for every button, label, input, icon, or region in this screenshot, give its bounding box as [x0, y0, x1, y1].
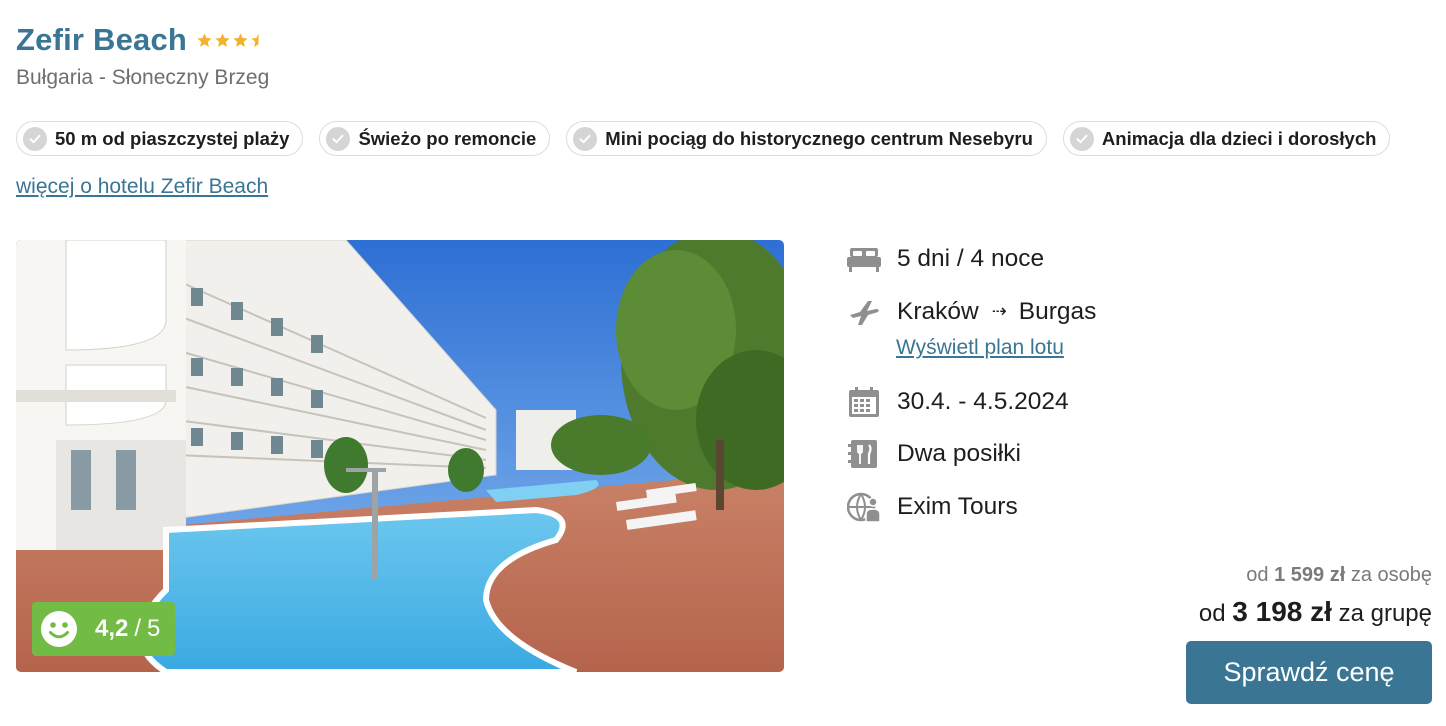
star-icon	[197, 32, 212, 47]
feature-label: Świeżo po remoncie	[358, 127, 537, 149]
hotel-location: Bułgaria - Słoneczny Brzeg	[16, 66, 270, 89]
check-price-button[interactable]: Sprawdź cenę	[1186, 641, 1432, 704]
smiley-face-icon	[41, 611, 77, 647]
half-star-icon	[251, 32, 259, 47]
group-price-suffix: za grupę	[1338, 600, 1432, 627]
price-prefix: od	[1246, 564, 1269, 586]
star-icon	[233, 32, 248, 47]
tour-operator: Exim Tours	[897, 493, 1018, 520]
travel-dates: 30.4. - 4.5.2024	[897, 388, 1069, 415]
bed-icon	[846, 242, 882, 276]
flight-plan-link[interactable]: Wyświetl plan lotu	[896, 336, 1064, 360]
guest-rating-badge[interactable]: 4,2 / 5	[32, 602, 175, 656]
check-icon	[326, 126, 351, 151]
feature-chips: 50 m od piaszczystej plaży Świeżo po rem…	[16, 121, 1391, 156]
price-per-person: od 1 599 zł za osobę	[1246, 564, 1432, 587]
feature-chip: 50 m od piaszczystej plaży	[16, 121, 304, 156]
feature-label: Mini pociąg do historycznego centrum Nes…	[605, 127, 1033, 149]
feature-label: Animacja dla dzieci i dorosłych	[1101, 127, 1377, 149]
rating-score: 4,2	[95, 615, 129, 642]
rating-separator: /	[134, 615, 142, 642]
operator-row: Exim Tours	[846, 490, 1018, 524]
departure-city: Kraków	[897, 298, 979, 325]
group-price-prefix: od	[1198, 600, 1226, 627]
feature-chip: Mini pociąg do historycznego centrum Nes…	[566, 121, 1047, 156]
feature-label: 50 m od piaszczystej plaży	[55, 127, 290, 149]
hotel-name[interactable]: Zefir Beach	[16, 22, 187, 58]
hotel-title-row: Zefir Beach	[16, 22, 267, 58]
feature-chip: Świeżo po remoncie	[319, 121, 551, 156]
check-icon	[1069, 126, 1094, 151]
check-icon	[573, 126, 598, 151]
meal-plan: Dwa posiłki	[897, 440, 1021, 467]
more-about-hotel-link[interactable]: więcej o hotelu Zefir Beach	[16, 175, 268, 199]
price-per-group: od 3 198 zł za grupę	[1199, 596, 1432, 628]
rating-max: 5	[147, 615, 161, 642]
arrival-city: Burgas	[1018, 298, 1097, 325]
meal-icon	[846, 437, 882, 471]
duration-row: 5 dni / 4 noce	[846, 242, 1044, 276]
duration-text: 5 dni / 4 noce	[897, 245, 1045, 272]
flight-route: Kraków ⇢ Burgas	[897, 298, 1096, 326]
group-price-amount: 3 198 zł	[1232, 596, 1332, 627]
check-icon	[23, 126, 47, 151]
star-icon	[215, 32, 230, 47]
dates-row: 30.4. - 4.5.2024	[846, 385, 1069, 419]
price-amount: 1 599 zł	[1274, 564, 1346, 586]
star-rating	[196, 32, 267, 49]
calendar-icon	[846, 385, 882, 419]
globe-person-icon	[846, 490, 882, 524]
feature-chip: Animacja dla dzieci i dorosłych	[1062, 121, 1391, 156]
route-arrow: ⇢	[991, 301, 1007, 321]
meals-row: Dwa posiłki	[846, 437, 1021, 471]
plane-icon	[846, 295, 882, 329]
flight-row: Kraków ⇢ Burgas	[846, 295, 1096, 329]
price-suffix: za osobę	[1350, 564, 1432, 586]
